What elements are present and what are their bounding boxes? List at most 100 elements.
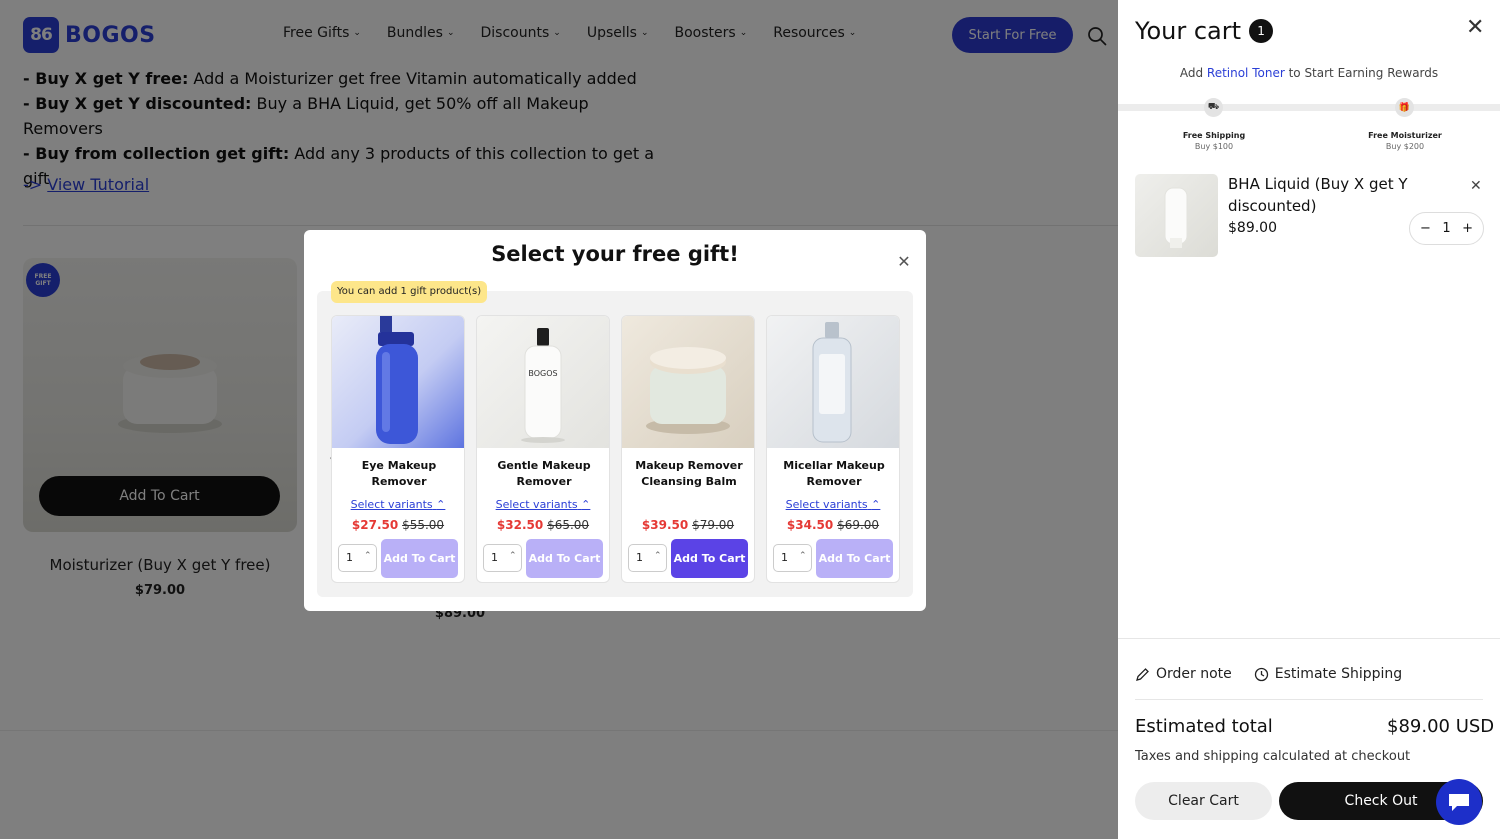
gift-list: You can add 1 gift product(s) ‹ › Eye Ma… (317, 281, 913, 597)
select-variants-label: Select variants (350, 498, 433, 511)
gift-add-to-cart-button[interactable]: Add To Cart (526, 539, 603, 578)
milestone-free-shipping: Free Shipping Buy $100 (1159, 130, 1269, 152)
close-icon[interactable]: ✕ (1466, 15, 1484, 40)
chevron-up-icon: ⌃ (871, 498, 881, 511)
gift-icon: 🎁 (1395, 98, 1414, 117)
bottle-image (376, 316, 418, 444)
estimate-shipping-label: Estimate Shipping (1274, 666, 1403, 682)
original-price: $65.00 (547, 518, 590, 532)
minus-icon[interactable]: − (1420, 221, 1431, 236)
cart-quantity-stepper: − 1 + (1409, 212, 1484, 245)
reward-product-link[interactable]: Retinol Toner (1207, 66, 1285, 80)
sale-price: $34.50 (786, 518, 834, 532)
gift-card-micellar-makeup-remover: Micellar Makeup Remover Select variants … (766, 315, 900, 583)
chevron-up-icon: ⌃ (581, 498, 591, 511)
gift-image[interactable]: BOGOS (477, 316, 609, 448)
select-variants-link[interactable]: Select variants ⌃ (767, 498, 899, 511)
select-variants-label: Select variants (495, 498, 578, 511)
gift-image[interactable] (332, 316, 464, 448)
reward-prefix: Add (1179, 66, 1207, 80)
chevron-up-icon: ⌃ (436, 498, 446, 511)
reward-progress-bar (1118, 104, 1500, 111)
estimated-total-label: Estimated total (1135, 716, 1273, 737)
quantity-value: 1 (781, 551, 788, 564)
estimate-shipping-button[interactable]: Estimate Shipping (1254, 666, 1402, 682)
remove-item-icon[interactable]: ✕ (1470, 178, 1482, 194)
cart-title: Your cart 1 (1135, 17, 1274, 45)
order-note-button[interactable]: Order note (1135, 666, 1232, 682)
chat-button[interactable] (1436, 779, 1482, 825)
gift-card-eye-makeup-remover: Eye Makeup Remover Select variants ⌃ $27… (331, 315, 465, 583)
gift-prices: $27.50 $55.00 (332, 518, 464, 532)
gift-card-cleansing-balm: Makeup Remover Cleansing Balm $39.50 $79… (621, 315, 755, 583)
milestone-subtitle: Buy $200 (1385, 142, 1425, 151)
free-gift-modal: Select your free gift! ✕ You can add 1 g… (304, 230, 926, 611)
bottle-image: BOGOS (521, 328, 565, 443)
quantity-value: 1 (346, 551, 353, 564)
gift-name: Micellar Makeup Remover (783, 459, 885, 488)
plus-icon[interactable]: + (1462, 221, 1473, 236)
sale-price: $32.50 (496, 518, 544, 532)
pencil-icon (1136, 667, 1149, 681)
clock-icon (1254, 667, 1268, 681)
gift-limit-note: You can add 1 gift product(s) (331, 281, 488, 303)
chevron-up-icon[interactable]: ⌃ (509, 551, 517, 561)
order-note-label: Order note (1156, 666, 1232, 682)
quantity-stepper[interactable]: 1 ⌃ (628, 544, 667, 572)
close-icon[interactable]: ✕ (896, 254, 912, 270)
chat-icon (1449, 794, 1469, 811)
bottle-brand-text: BOGOS (528, 369, 557, 378)
gift-image[interactable] (622, 316, 754, 448)
sale-price: $39.50 (641, 518, 689, 532)
milestone-subtitle: Buy $100 (1194, 142, 1234, 151)
quantity-value: 1 (491, 551, 498, 564)
jar-image (646, 347, 730, 434)
milestone-title: Free Shipping (1182, 131, 1246, 140)
original-price: $69.00 (837, 518, 880, 532)
quantity-stepper[interactable]: 1 ⌃ (483, 544, 522, 572)
chevron-up-icon[interactable]: ⌃ (799, 551, 807, 561)
gift-name: Eye Makeup Remover (361, 459, 437, 488)
gift-name: Makeup Remover Cleansing Balm (635, 459, 743, 488)
gift-add-to-cart-button[interactable]: Add To Cart (671, 539, 748, 578)
cart-count-badge: 1 (1249, 19, 1274, 43)
cart-item-price: $89.00 (1228, 220, 1277, 236)
milestone-title: Free Moisturizer (1368, 131, 1442, 140)
reward-suffix: to Start Earning Rewards (1284, 66, 1439, 80)
gift-prices: $32.50 $65.00 (477, 518, 609, 532)
original-price: $79.00 (692, 518, 735, 532)
cart-drawer: Your cart 1 ✕ Add Retinol Toner to Start… (1118, 0, 1500, 839)
tube-image (1164, 187, 1188, 248)
cart-title-text: Your cart (1135, 17, 1242, 45)
divider (1118, 638, 1500, 639)
cart-item-name[interactable]: BHA Liquid (Buy X get Y discounted) (1228, 173, 1408, 217)
estimated-total-value: $89.00 USD (1387, 716, 1495, 737)
original-price: $55.00 (402, 518, 445, 532)
select-variants-link[interactable]: Select variants ⌃ (332, 498, 464, 511)
quantity-stepper[interactable]: 1 ⌃ (773, 544, 812, 572)
select-variants-link[interactable]: Select variants ⌃ (477, 498, 609, 511)
chevron-up-icon[interactable]: ⌃ (654, 551, 662, 561)
gift-add-to-cart-button[interactable]: Add To Cart (381, 539, 458, 578)
milestone-free-moisturizer: Free Moisturizer Buy $200 (1350, 130, 1460, 152)
cart-item-image[interactable] (1135, 174, 1218, 257)
select-variants-label: Select variants (785, 498, 868, 511)
reward-message: Add Retinol Toner to Start Earning Rewar… (1118, 66, 1500, 80)
gift-image[interactable] (767, 316, 899, 448)
gift-prices: $34.50 $69.00 (767, 518, 899, 532)
divider (1135, 699, 1483, 700)
tax-note: Taxes and shipping calculated at checkou… (1135, 749, 1411, 764)
quantity-value[interactable]: 1 (1442, 221, 1450, 236)
chevron-up-icon[interactable]: ⌃ (364, 551, 372, 561)
cart-links: Order note Estimate Shipping (1135, 666, 1402, 682)
gift-name: Gentle Makeup Remover (497, 459, 591, 488)
modal-title: Select your free gift! (491, 242, 739, 266)
gift-card-gentle-makeup-remover: BOGOS Gentle Makeup Remover Select varia… (476, 315, 610, 583)
clear-cart-button[interactable]: Clear Cart (1135, 782, 1272, 820)
quantity-stepper[interactable]: 1 ⌃ (338, 544, 377, 572)
gift-prices: $39.50 $79.00 (622, 518, 754, 532)
gift-add-to-cart-button[interactable]: Add To Cart (816, 539, 893, 578)
quantity-value: 1 (636, 551, 643, 564)
sale-price: $27.50 (351, 518, 399, 532)
truck-icon: ⛟ (1204, 98, 1223, 117)
